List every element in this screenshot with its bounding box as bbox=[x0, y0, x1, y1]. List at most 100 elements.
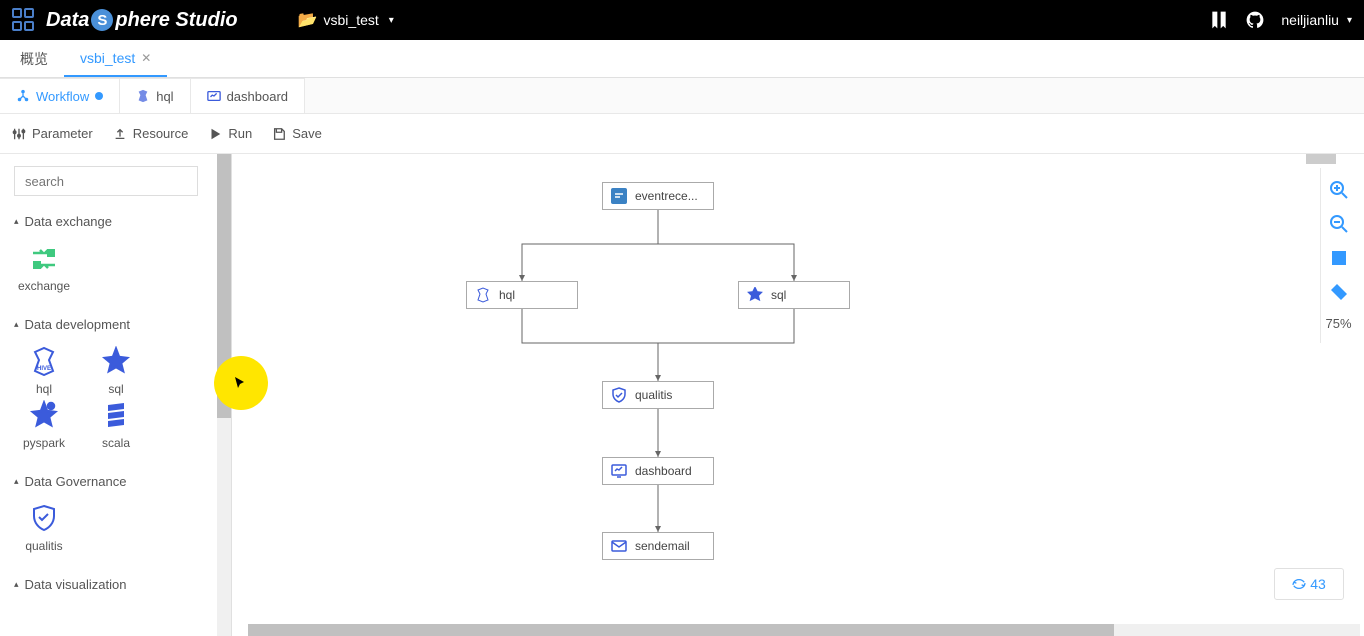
node-palette-sidebar: ▴ Data exchange exchange ▴Data developmen… bbox=[0, 154, 232, 636]
category-header[interactable]: ▴ Data exchange bbox=[10, 208, 221, 235]
email-icon bbox=[611, 538, 627, 554]
top-tabs: 概览 vsbi_test ✕ bbox=[0, 40, 1364, 78]
subtab-label: Workflow bbox=[36, 89, 89, 104]
tab-vsbi-test[interactable]: vsbi_test ✕ bbox=[64, 40, 167, 77]
app-logo-icon bbox=[12, 8, 36, 32]
category-label: Data visualization bbox=[25, 577, 127, 592]
fit-view-icon[interactable] bbox=[1329, 248, 1349, 268]
canvas-scrollbar-horizontal[interactable] bbox=[248, 624, 1360, 636]
tool-label: Run bbox=[228, 126, 252, 141]
play-icon bbox=[208, 127, 222, 141]
undo-redo-icon bbox=[1292, 577, 1306, 591]
flow-node-label: hql bbox=[499, 288, 515, 302]
node-label: qualitis bbox=[25, 539, 62, 553]
tab-label: 概览 bbox=[20, 49, 48, 69]
node-label: sql bbox=[108, 382, 123, 396]
resource-button[interactable]: Resource bbox=[113, 126, 189, 141]
user-menu[interactable]: neiljianliu ▾ bbox=[1281, 12, 1352, 28]
hive-icon: HIVE bbox=[29, 346, 59, 376]
dashboard-icon bbox=[611, 463, 627, 479]
sub-tabs: Workflow hql dashboard bbox=[0, 78, 1364, 114]
subtab-hql[interactable]: hql bbox=[120, 78, 190, 113]
click-highlight-icon bbox=[214, 356, 268, 410]
hive-icon bbox=[136, 89, 150, 103]
app-logo-text: DataSphere Studio bbox=[46, 9, 238, 32]
category-header[interactable]: ▴Data Governance bbox=[10, 468, 221, 495]
save-icon bbox=[272, 127, 286, 141]
search-input[interactable] bbox=[14, 166, 198, 196]
zoom-panel: 75% bbox=[1320, 168, 1356, 343]
flow-node-label: sql bbox=[771, 288, 786, 302]
subtab-dashboard[interactable]: dashboard bbox=[191, 78, 305, 113]
node-scala[interactable]: scala bbox=[82, 400, 150, 450]
spark-sql-icon bbox=[101, 346, 131, 376]
chevron-down-icon: ▾ bbox=[389, 15, 394, 26]
dashboard-icon bbox=[207, 89, 221, 103]
category-data-exchange: ▴ Data exchange exchange bbox=[10, 208, 221, 301]
svg-text:HIVE: HIVE bbox=[37, 366, 51, 372]
github-icon[interactable] bbox=[1245, 10, 1265, 30]
workflow-canvas[interactable]: eventrece... hql sql qualitis dashboard … bbox=[232, 154, 1364, 636]
save-button[interactable]: Save bbox=[272, 126, 322, 141]
tool-label: Parameter bbox=[32, 126, 93, 141]
close-icon[interactable]: ✕ bbox=[141, 51, 151, 65]
node-label: hql bbox=[36, 382, 52, 396]
flow-node-label: sendemail bbox=[635, 539, 690, 553]
upload-icon bbox=[113, 127, 127, 141]
flow-edges bbox=[232, 154, 1364, 636]
parameter-button[interactable]: Parameter bbox=[12, 126, 93, 141]
zoom-in-icon[interactable] bbox=[1329, 180, 1349, 200]
canvas-scrollbar-top[interactable] bbox=[1306, 154, 1336, 164]
bookmark-icon[interactable] bbox=[1209, 10, 1229, 30]
flow-node-dashboard[interactable]: dashboard bbox=[602, 457, 714, 485]
exchange-icon bbox=[29, 243, 59, 273]
scala-icon bbox=[101, 400, 131, 430]
toolbar: Parameter Resource Run Save bbox=[0, 114, 1364, 154]
logo-s-icon: S bbox=[91, 9, 113, 31]
project-selector[interactable]: 📂 vsbi_test ▾ bbox=[298, 10, 394, 30]
category-data-governance: ▴Data Governance qualitis bbox=[10, 468, 221, 561]
topbar: DataSphere Studio 📂 vsbi_test ▾ neiljian… bbox=[0, 0, 1364, 40]
shield-check-icon bbox=[611, 387, 627, 403]
modified-dot-icon bbox=[95, 92, 103, 100]
flow-node-eventrece[interactable]: eventrece... bbox=[602, 182, 714, 210]
sliders-icon bbox=[12, 127, 26, 141]
workflow-icon bbox=[16, 89, 30, 103]
flow-node-hql[interactable]: hql bbox=[466, 281, 578, 309]
node-label: exchange bbox=[18, 279, 70, 293]
run-button[interactable]: Run bbox=[208, 126, 252, 141]
subtab-workflow[interactable]: Workflow bbox=[0, 78, 120, 113]
flow-node-sendemail[interactable]: sendemail bbox=[602, 532, 714, 560]
flow-node-label: qualitis bbox=[635, 388, 672, 402]
username: neiljianliu bbox=[1281, 12, 1339, 28]
project-name: vsbi_test bbox=[324, 12, 379, 28]
flow-node-label: eventrece... bbox=[635, 189, 698, 203]
category-header[interactable]: ▴Data visualization bbox=[10, 571, 221, 598]
node-qualitis[interactable]: qualitis bbox=[10, 503, 78, 553]
category-data-visualization: ▴Data visualization bbox=[10, 571, 221, 598]
workspace: ▴ Data exchange exchange ▴Data developmen… bbox=[0, 154, 1364, 636]
category-label: Data development bbox=[25, 317, 131, 332]
category-data-development: ▴Data development HIVE hql sql pyspark s… bbox=[10, 311, 221, 458]
folder-icon: 📂 bbox=[298, 10, 318, 30]
flow-node-qualitis[interactable]: qualitis bbox=[602, 381, 714, 409]
shield-check-icon bbox=[29, 503, 59, 533]
tab-overview[interactable]: 概览 bbox=[4, 40, 64, 77]
subtab-label: hql bbox=[156, 89, 173, 104]
category-label: Data Governance bbox=[25, 474, 127, 489]
history-count-badge[interactable]: 43 bbox=[1274, 568, 1344, 600]
history-count: 43 bbox=[1310, 576, 1326, 592]
format-icon[interactable] bbox=[1329, 282, 1349, 302]
zoom-out-icon[interactable] bbox=[1329, 214, 1349, 234]
node-sql[interactable]: sql bbox=[82, 346, 150, 396]
category-header[interactable]: ▴Data development bbox=[10, 311, 221, 338]
chevron-down-icon: ▾ bbox=[1347, 15, 1352, 26]
category-label: Data exchange bbox=[25, 214, 112, 229]
flow-node-sql[interactable]: sql bbox=[738, 281, 850, 309]
cursor-icon bbox=[233, 375, 249, 391]
caret-up-icon: ▴ bbox=[14, 216, 19, 227]
node-exchange[interactable]: exchange bbox=[10, 243, 78, 293]
tool-label: Resource bbox=[133, 126, 189, 141]
node-hql[interactable]: HIVE hql bbox=[10, 346, 78, 396]
node-pyspark[interactable]: pyspark bbox=[10, 400, 78, 450]
